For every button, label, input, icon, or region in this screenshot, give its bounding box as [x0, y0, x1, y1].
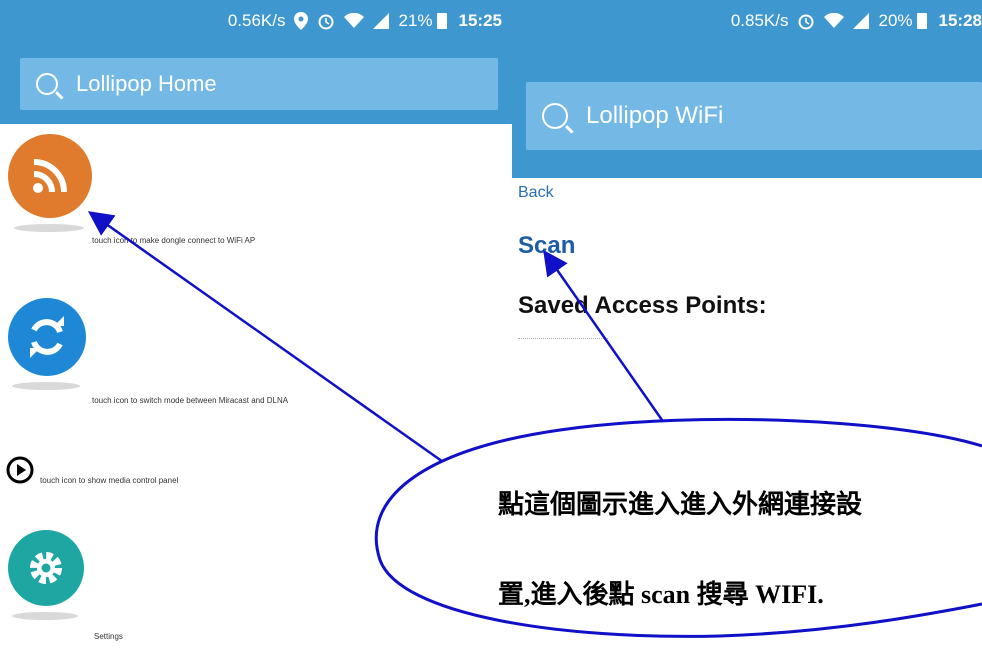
- battery-level: 21%: [398, 11, 433, 30]
- item-description: touch icon to make dongle connect to WiF…: [92, 236, 256, 245]
- search-icon[interactable]: [36, 73, 58, 95]
- network-speed: 0.56K/s: [227, 11, 286, 30]
- alarm-icon: [317, 12, 335, 30]
- signal-icon: [853, 13, 870, 29]
- clock: 15:28: [938, 11, 982, 30]
- list-item-settings[interactable]: Settings: [0, 520, 512, 648]
- list-item-mode-switch[interactable]: touch icon to switch mode between Miraca…: [0, 290, 512, 420]
- scan-link[interactable]: Scan: [518, 232, 575, 260]
- battery-level: 20%: [878, 11, 913, 30]
- search-bar[interactable]: Lollipop WiFi: [526, 82, 982, 150]
- icon-shadow: [14, 224, 84, 232]
- alarm-icon: [797, 12, 815, 30]
- network-speed: 0.85K/s: [730, 11, 789, 30]
- divider: [518, 338, 608, 339]
- wifi-screen: 0.85K/s 20% 15:28 Lollipop WiFi Back Sca…: [512, 0, 982, 648]
- list-item-wifi[interactable]: touch icon to make dongle connect to WiF…: [0, 124, 512, 264]
- app-title: Lollipop Home: [76, 71, 217, 96]
- item-description: touch icon to switch mode between Miraca…: [92, 396, 289, 405]
- status-bar: 0.56K/s 21% 15:25: [0, 0, 512, 42]
- wifi-icon: [344, 13, 365, 29]
- location-icon: [294, 12, 309, 30]
- back-link[interactable]: Back: [518, 184, 554, 202]
- icon-shadow: [12, 382, 80, 390]
- app-bar: Lollipop WiFi: [512, 42, 982, 178]
- item-description: touch icon to show media control panel: [40, 476, 179, 485]
- search-icon[interactable]: [542, 103, 568, 129]
- clock: 15:25: [458, 11, 502, 30]
- status-bar: 0.85K/s 20% 15:28: [512, 0, 982, 42]
- signal-icon: [373, 13, 390, 29]
- icon-shadow: [12, 612, 78, 620]
- item-description: Settings: [94, 632, 123, 641]
- callout-text-line2: 置,進入後點 scan 搜尋 WIFI.: [498, 580, 824, 609]
- callout-text-line1: 點這個圖示進入進入外網連接設: [498, 490, 863, 519]
- saved-access-points-heading: Saved Access Points:: [518, 292, 767, 319]
- play-icon[interactable]: [6, 456, 34, 484]
- app-title: Lollipop WiFi: [586, 102, 724, 129]
- battery-icon: [436, 13, 447, 29]
- search-bar[interactable]: Lollipop Home: [20, 58, 498, 110]
- settings-icon[interactable]: [8, 530, 84, 606]
- wifi-icon: [824, 13, 845, 29]
- battery-icon: [916, 13, 927, 29]
- rss-icon[interactable]: [8, 134, 92, 218]
- home-screen: 0.56K/s 21% 15:25 Lollipop Home touch ic…: [0, 0, 512, 648]
- app-bar: Lollipop Home: [0, 42, 512, 124]
- list-item-media-control[interactable]: touch icon to show media control panel: [0, 450, 512, 490]
- sync-icon[interactable]: [8, 298, 86, 376]
